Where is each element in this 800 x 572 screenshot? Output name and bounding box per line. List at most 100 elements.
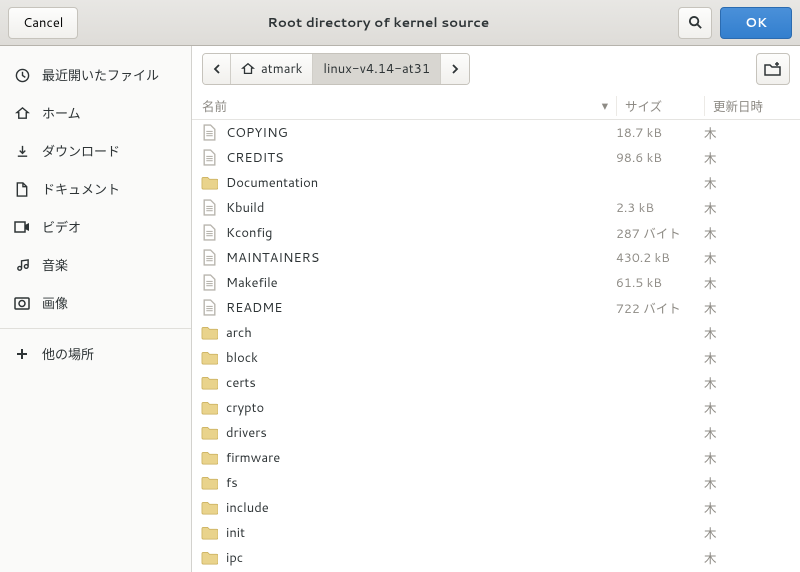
table-row[interactable]: MAINTAINERS430.2 kB木 [192, 245, 800, 270]
file-name: COPYING [226, 124, 616, 142]
table-row[interactable]: include木 [192, 495, 800, 520]
file-name: CREDITS [226, 149, 616, 167]
file-name: README [226, 299, 616, 317]
file-date: 木 [704, 448, 800, 468]
sidebar-item-download[interactable]: ダウンロード [0, 132, 191, 170]
chevron-left-icon [213, 64, 221, 74]
folder-icon [200, 349, 218, 367]
column-header-size[interactable]: サイズ [616, 96, 704, 116]
file-date: 木 [704, 148, 800, 168]
table-row[interactable]: init木 [192, 520, 800, 545]
file-size: 98.6 kB [616, 149, 704, 167]
table-row[interactable]: Documentation 木 [192, 170, 800, 195]
file-name: drivers [226, 424, 616, 442]
search-button[interactable] [678, 7, 712, 39]
ok-button[interactable]: OK [720, 7, 792, 39]
table-row[interactable]: firmware 木 [192, 445, 800, 470]
file-name: MAINTAINERS [226, 249, 616, 267]
sidebar-item-picture[interactable]: 画像 [0, 284, 191, 322]
table-row[interactable]: README722 バイト木 [192, 295, 800, 320]
table-row[interactable]: certs木 [192, 370, 800, 395]
file-icon [200, 149, 218, 167]
sidebar-item-home[interactable]: ホーム [0, 94, 191, 132]
table-row[interactable]: crypto 木 [192, 395, 800, 420]
file-list[interactable]: COPYING18.7 kB木CREDITS98.6 kB木Documentat… [192, 120, 800, 572]
column-header-name[interactable]: 名前 ▾ [192, 96, 616, 116]
table-row[interactable]: ipc木 [192, 545, 800, 570]
file-name: crypto [226, 399, 616, 417]
video-icon [14, 219, 30, 235]
path-segment-label: linux-v4.14-at31 [323, 60, 430, 78]
table-row[interactable]: COPYING18.7 kB木 [192, 120, 800, 145]
home-icon [14, 105, 30, 121]
file-size: 287 バイト [616, 223, 704, 243]
file-date: 木 [704, 348, 800, 368]
sidebar-item-music[interactable]: 音楽 [0, 246, 191, 284]
file-date: 木 [704, 248, 800, 268]
path-segment-home[interactable]: atmark [231, 54, 313, 84]
file-name: arch [226, 324, 616, 342]
sidebar-item-other-places[interactable]: 他の場所 [0, 335, 191, 373]
file-icon [200, 299, 218, 317]
table-row[interactable]: Kbuild2.3 kB木 [192, 195, 800, 220]
file-date: 木 [704, 198, 800, 218]
sidebar-item-label: 画像 [42, 293, 68, 313]
table-row[interactable]: arch木 [192, 320, 800, 345]
cancel-button[interactable]: Cancel [8, 7, 78, 39]
new-folder-button[interactable] [756, 53, 790, 85]
file-size: 18.7 kB [616, 124, 704, 142]
file-name: Documentation [226, 174, 616, 192]
sidebar-item-document[interactable]: ドキュメント [0, 170, 191, 208]
table-row[interactable]: block 木 [192, 345, 800, 370]
plus-icon [14, 346, 30, 362]
file-size: 2.3 kB [616, 199, 704, 217]
table-row[interactable]: Makefile61.5 kB木 [192, 270, 800, 295]
chevron-right-icon [451, 64, 459, 74]
file-name: firmware [226, 449, 616, 467]
sidebar: 最近開いたファイルホームダウンロードドキュメントビデオ音楽画像 他の場所 [0, 46, 192, 572]
clock-icon [14, 67, 30, 83]
file-size: 722 バイト [616, 298, 704, 318]
column-header-date[interactable]: 更新日時 [704, 96, 800, 116]
download-icon [14, 143, 30, 159]
file-icon [200, 274, 218, 292]
sidebar-divider [0, 328, 191, 329]
folder-icon [200, 499, 218, 517]
file-date: 木 [704, 298, 800, 318]
file-name: block [226, 349, 616, 367]
file-date: 木 [704, 398, 800, 418]
sidebar-item-label: ビデオ [42, 217, 81, 237]
file-icon [200, 124, 218, 142]
path-segment-current[interactable]: linux-v4.14-at31 [313, 54, 441, 84]
file-icon [200, 249, 218, 267]
sidebar-item-label: 最近開いたファイル [42, 65, 159, 85]
picture-icon [14, 295, 30, 311]
sort-indicator-icon: ▾ [602, 97, 608, 115]
document-icon [14, 181, 30, 197]
folder-icon [200, 524, 218, 542]
file-name: include [226, 499, 616, 517]
file-date: 木 [704, 123, 800, 143]
path-back-button[interactable] [203, 54, 231, 84]
sidebar-item-clock[interactable]: 最近開いたファイル [0, 56, 191, 94]
path-segments: atmark linux-v4.14-at31 [202, 53, 470, 85]
home-icon [241, 62, 255, 76]
file-name: certs [226, 374, 616, 392]
file-size: 430.2 kB [616, 249, 704, 267]
file-date: 木 [704, 423, 800, 443]
folder-icon [200, 174, 218, 192]
file-name: init [226, 524, 616, 542]
table-row[interactable]: fs木 [192, 470, 800, 495]
file-date: 木 [704, 173, 800, 193]
table-row[interactable]: Kconfig287 バイト木 [192, 220, 800, 245]
table-row[interactable]: drivers 木 [192, 420, 800, 445]
column-headers: 名前 ▾ サイズ 更新日時 [192, 92, 800, 120]
file-name: fs [226, 474, 616, 492]
search-icon [688, 15, 703, 30]
sidebar-item-label: ダウンロード [42, 141, 120, 161]
path-forward-button[interactable] [441, 54, 469, 84]
table-row[interactable]: CREDITS98.6 kB木 [192, 145, 800, 170]
sidebar-item-video[interactable]: ビデオ [0, 208, 191, 246]
file-name: ipc [226, 549, 616, 567]
window-title: Root directory of kernel source [86, 13, 670, 32]
